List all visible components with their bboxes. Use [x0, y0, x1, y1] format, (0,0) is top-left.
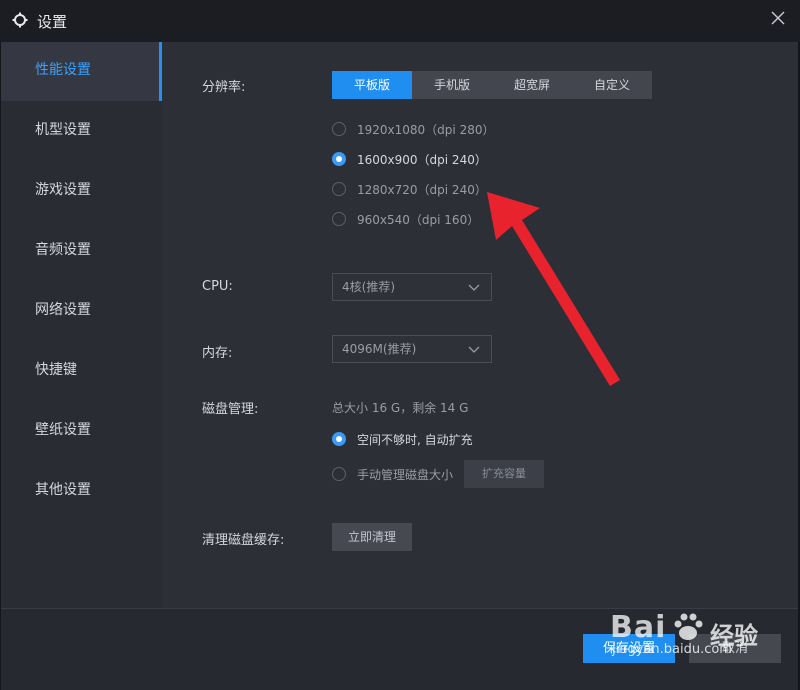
clear-cache-label: 清理磁盘缓存:	[202, 533, 285, 548]
disk-management-label: 磁盘管理:	[202, 402, 259, 417]
radio-label: 手动管理磁盘大小	[357, 467, 454, 482]
paw-icon	[674, 613, 703, 640]
tab-ultrawide[interactable]: 超宽屏	[492, 71, 572, 99]
radio-button-selected[interactable]	[332, 152, 346, 166]
radio-button[interactable]	[332, 122, 346, 136]
watermark-logo: Bai	[610, 610, 667, 645]
sidebar-item-game[interactable]: 游戏设置	[1, 162, 162, 221]
clear-now-button[interactable]: 立即清理	[332, 523, 412, 551]
watermark-url: jingyan.baidu.com	[612, 642, 732, 657]
radio-label: 1920x1080（dpi 280）	[357, 122, 495, 137]
resolution-option-1280[interactable]: 1280x720（dpi 240）	[332, 179, 487, 199]
sidebar-item-wallpaper[interactable]: 壁纸设置	[1, 402, 162, 461]
disk-manual-option[interactable]: 手动管理磁盘大小	[332, 464, 453, 484]
radio-button-selected[interactable]	[332, 432, 346, 446]
resolution-tabs: 平板版 手机版 超宽屏 自定义	[332, 71, 652, 99]
tab-phone[interactable]: 手机版	[412, 71, 492, 99]
resolution-option-1600[interactable]: 1600x900（dpi 240）	[332, 149, 487, 169]
resolution-label: 分辨率:	[202, 80, 246, 95]
radio-button[interactable]	[332, 467, 346, 481]
resolution-option-1920[interactable]: 1920x1080（dpi 280）	[332, 119, 494, 139]
radio-button[interactable]	[332, 182, 346, 196]
memory-select[interactable]: 4096M(推荐)	[332, 335, 492, 363]
sidebar-item-shortcuts[interactable]: 快捷键	[1, 342, 162, 401]
expand-capacity-button[interactable]: 扩充容量	[464, 460, 544, 488]
cpu-select[interactable]: 4核(推荐)	[332, 273, 492, 301]
radio-label: 1600x900（dpi 240）	[357, 152, 487, 167]
settings-sidebar: 性能设置 机型设置 游戏设置 音频设置 网络设置 快捷键 壁纸设置 其他设置	[1, 42, 162, 608]
annotation-arrow-icon	[487, 192, 620, 386]
sidebar-item-other[interactable]: 其他设置	[1, 462, 162, 521]
sidebar-item-network[interactable]: 网络设置	[1, 282, 162, 341]
watermark: Bai 经验 jingyan.baidu.com	[610, 600, 800, 670]
close-icon[interactable]	[768, 8, 788, 28]
gear-icon	[12, 12, 28, 28]
cpu-label: CPU:	[202, 279, 233, 294]
tab-custom[interactable]: 自定义	[572, 71, 652, 99]
sidebar-item-audio[interactable]: 音频设置	[1, 222, 162, 281]
disk-auto-expand-option[interactable]: 空间不够时, 自动扩充	[332, 429, 473, 449]
title-bar: 设置	[0, 0, 800, 42]
sidebar-item-device-model[interactable]: 机型设置	[1, 102, 162, 161]
memory-label: 内存:	[202, 346, 233, 361]
radio-label: 960x540（dpi 160）	[357, 212, 480, 227]
sidebar-item-performance[interactable]: 性能设置	[1, 42, 162, 101]
radio-label: 空间不够时, 自动扩充	[357, 432, 473, 447]
tab-tablet[interactable]: 平板版	[332, 71, 412, 99]
radio-label: 1280x720（dpi 240）	[357, 182, 487, 197]
cpu-select-value: 4核(推荐)	[342, 280, 395, 294]
resolution-option-960[interactable]: 960x540（dpi 160）	[332, 209, 479, 229]
disk-summary: 总大小 16 G，剩余 14 G	[332, 401, 469, 415]
window-title: 设置	[37, 13, 68, 31]
memory-select-value: 4096M(推荐)	[342, 342, 417, 356]
radio-button[interactable]	[332, 212, 346, 226]
